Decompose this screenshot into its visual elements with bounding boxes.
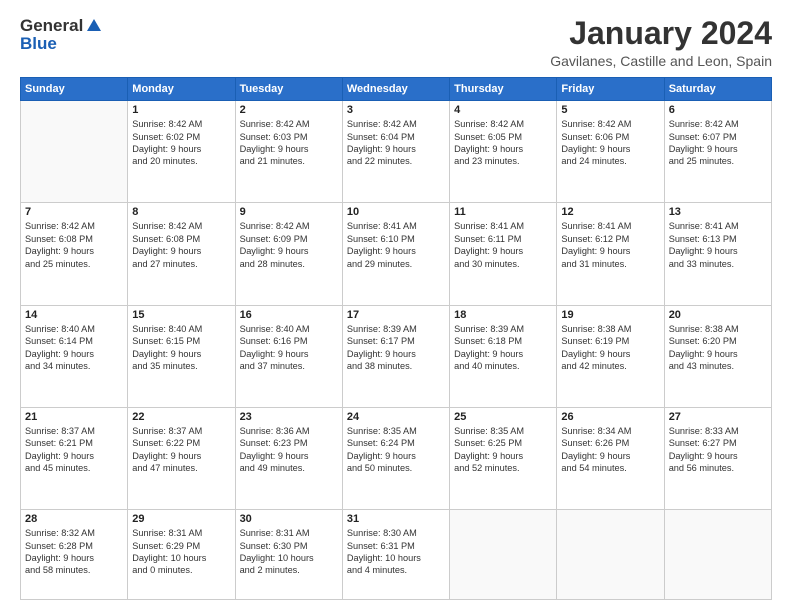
table-cell: 30 Sunrise: 8:31 AMSunset: 6:30 PMDaylig… [235,510,342,600]
table-cell: 8 Sunrise: 8:42 AMSunset: 6:08 PMDayligh… [128,203,235,305]
calendar-table: Sunday Monday Tuesday Wednesday Thursday… [20,77,772,600]
calendar-page: General Blue January 2024 Gavilanes, Cas… [0,0,792,612]
table-cell: 31 Sunrise: 8:30 AMSunset: 6:31 PMDaylig… [342,510,449,600]
logo-blue: Blue [20,34,57,54]
table-cell: 19 Sunrise: 8:38 AMSunset: 6:19 PMDaylig… [557,305,664,407]
table-cell: 2 Sunrise: 8:42 AMSunset: 6:03 PMDayligh… [235,101,342,203]
col-sunday: Sunday [21,78,128,101]
logo-icon [85,17,103,35]
table-cell: 21 Sunrise: 8:37 AMSunset: 6:21 PMDaylig… [21,407,128,509]
col-tuesday: Tuesday [235,78,342,101]
col-saturday: Saturday [664,78,771,101]
month-title: January 2024 [550,16,772,51]
table-cell: 13 Sunrise: 8:41 AMSunset: 6:13 PMDaylig… [664,203,771,305]
col-friday: Friday [557,78,664,101]
table-cell: 6 Sunrise: 8:42 AMSunset: 6:07 PMDayligh… [664,101,771,203]
table-cell [450,510,557,600]
header: General Blue January 2024 Gavilanes, Cas… [20,16,772,69]
table-cell: 27 Sunrise: 8:33 AMSunset: 6:27 PMDaylig… [664,407,771,509]
table-cell: 10 Sunrise: 8:41 AMSunset: 6:10 PMDaylig… [342,203,449,305]
table-cell: 9 Sunrise: 8:42 AMSunset: 6:09 PMDayligh… [235,203,342,305]
table-cell: 24 Sunrise: 8:35 AMSunset: 6:24 PMDaylig… [342,407,449,509]
table-row: 28 Sunrise: 8:32 AMSunset: 6:28 PMDaylig… [21,510,772,600]
table-cell: 25 Sunrise: 8:35 AMSunset: 6:25 PMDaylig… [450,407,557,509]
table-cell: 29 Sunrise: 8:31 AMSunset: 6:29 PMDaylig… [128,510,235,600]
location-title: Gavilanes, Castille and Leon, Spain [550,53,772,69]
table-cell: 4 Sunrise: 8:42 AMSunset: 6:05 PMDayligh… [450,101,557,203]
table-cell: 3 Sunrise: 8:42 AMSunset: 6:04 PMDayligh… [342,101,449,203]
table-cell: 28 Sunrise: 8:32 AMSunset: 6:28 PMDaylig… [21,510,128,600]
table-cell: 23 Sunrise: 8:36 AMSunset: 6:23 PMDaylig… [235,407,342,509]
table-cell [21,101,128,203]
table-cell: 7 Sunrise: 8:42 AMSunset: 6:08 PMDayligh… [21,203,128,305]
table-cell: 15 Sunrise: 8:40 AMSunset: 6:15 PMDaylig… [128,305,235,407]
table-cell [664,510,771,600]
logo: General Blue [20,16,103,54]
table-row: 1 Sunrise: 8:42 AMSunset: 6:02 PMDayligh… [21,101,772,203]
col-thursday: Thursday [450,78,557,101]
table-cell: 22 Sunrise: 8:37 AMSunset: 6:22 PMDaylig… [128,407,235,509]
table-cell: 14 Sunrise: 8:40 AMSunset: 6:14 PMDaylig… [21,305,128,407]
col-monday: Monday [128,78,235,101]
table-row: 7 Sunrise: 8:42 AMSunset: 6:08 PMDayligh… [21,203,772,305]
table-row: 14 Sunrise: 8:40 AMSunset: 6:14 PMDaylig… [21,305,772,407]
table-cell: 11 Sunrise: 8:41 AMSunset: 6:11 PMDaylig… [450,203,557,305]
table-cell [557,510,664,600]
table-cell: 1 Sunrise: 8:42 AMSunset: 6:02 PMDayligh… [128,101,235,203]
table-cell: 16 Sunrise: 8:40 AMSunset: 6:16 PMDaylig… [235,305,342,407]
table-cell: 20 Sunrise: 8:38 AMSunset: 6:20 PMDaylig… [664,305,771,407]
table-row: 21 Sunrise: 8:37 AMSunset: 6:21 PMDaylig… [21,407,772,509]
table-cell: 26 Sunrise: 8:34 AMSunset: 6:26 PMDaylig… [557,407,664,509]
table-cell: 17 Sunrise: 8:39 AMSunset: 6:17 PMDaylig… [342,305,449,407]
title-block: January 2024 Gavilanes, Castille and Leo… [550,16,772,69]
table-cell: 5 Sunrise: 8:42 AMSunset: 6:06 PMDayligh… [557,101,664,203]
table-cell: 12 Sunrise: 8:41 AMSunset: 6:12 PMDaylig… [557,203,664,305]
logo-general: General [20,16,83,36]
col-wednesday: Wednesday [342,78,449,101]
table-cell: 18 Sunrise: 8:39 AMSunset: 6:18 PMDaylig… [450,305,557,407]
